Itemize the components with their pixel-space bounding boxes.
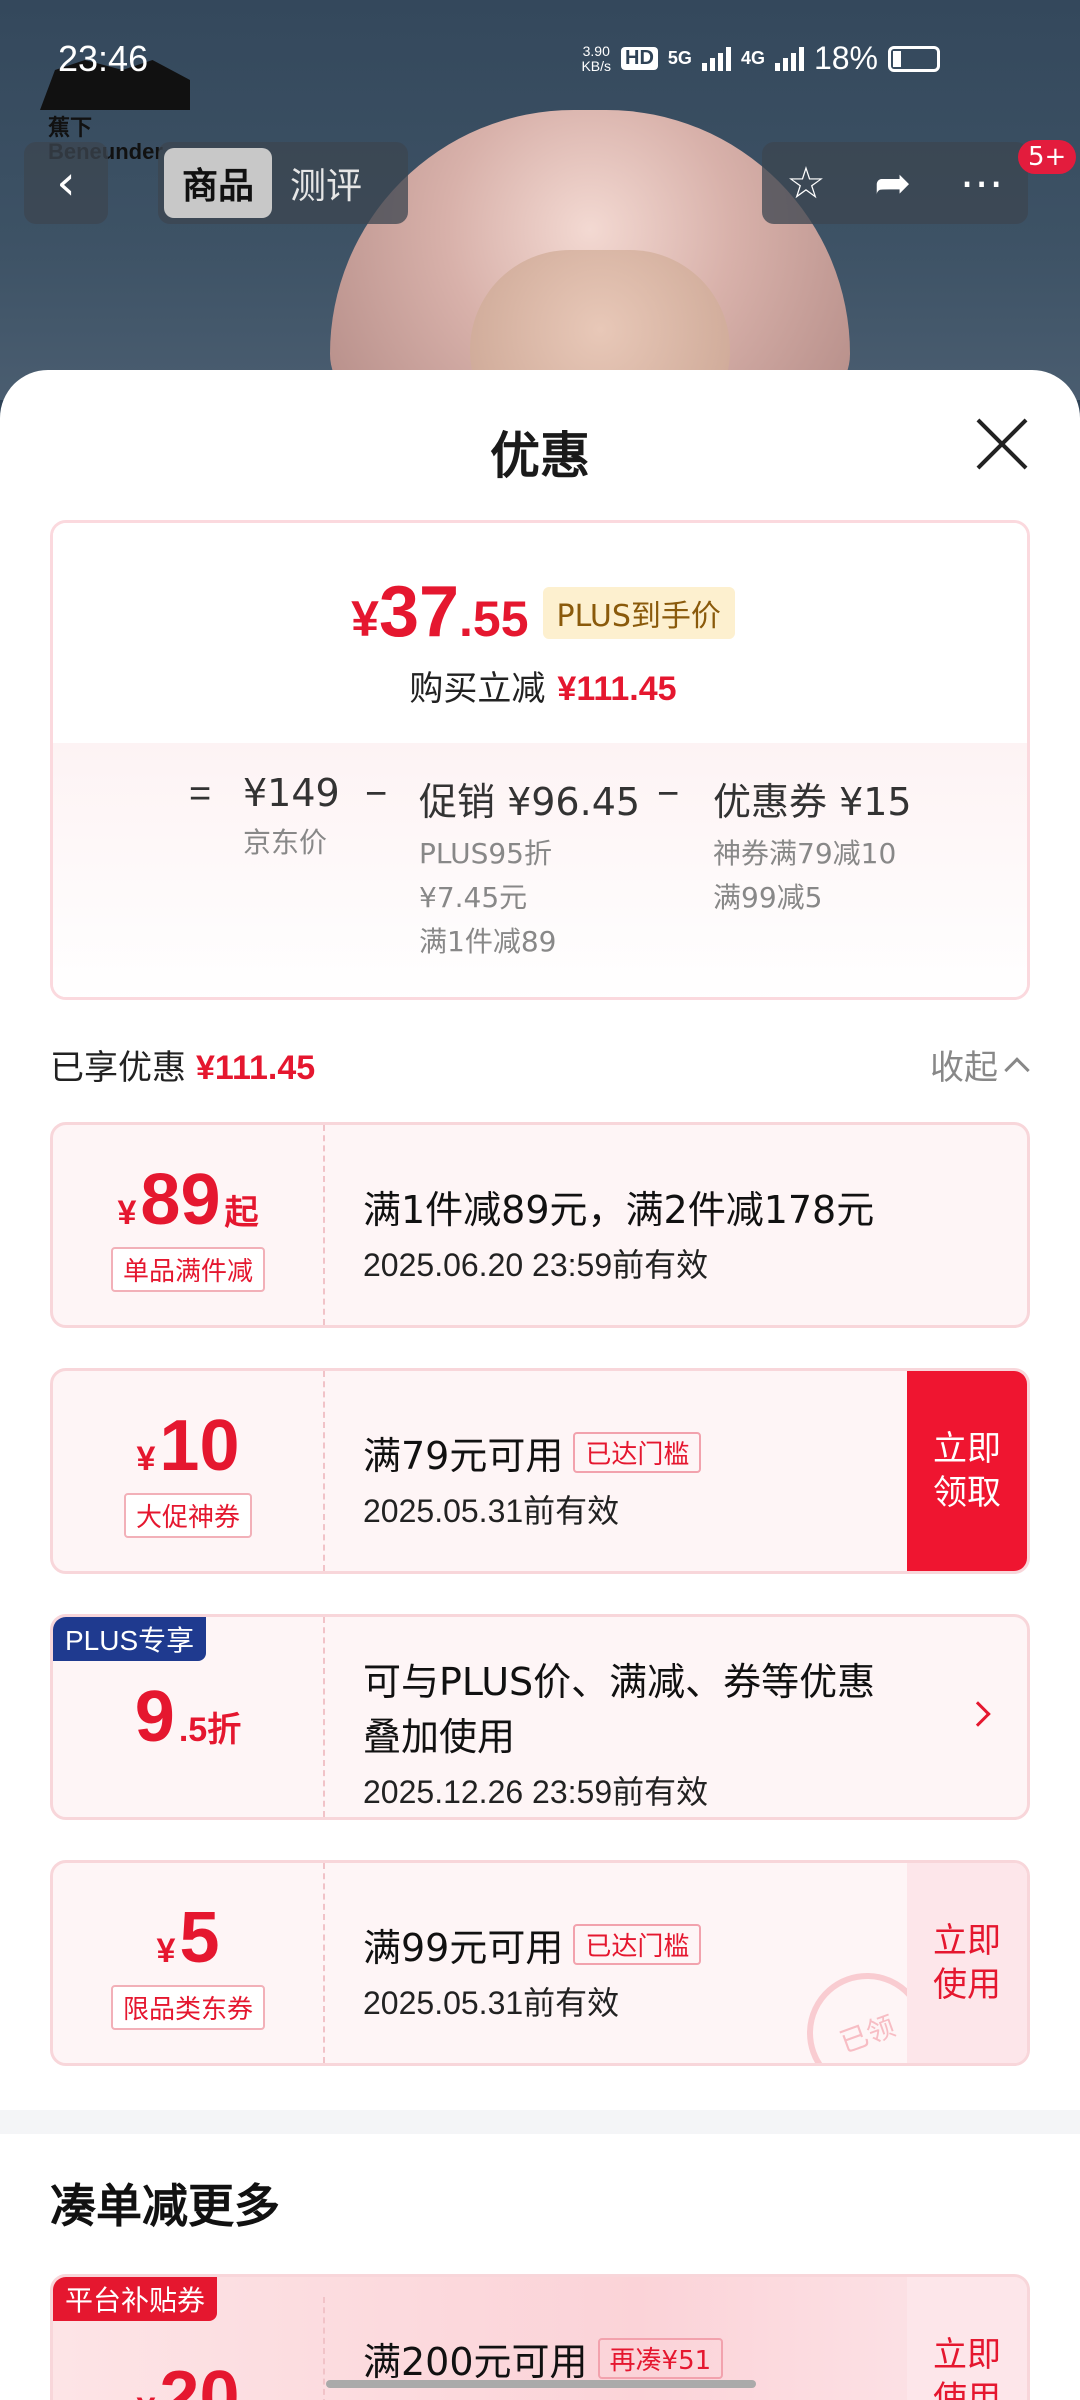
coupon-expiry: 2025.05.31前有效 — [363, 1493, 620, 1529]
chevron-right-icon — [965, 1701, 991, 1727]
coupon-expiry: 2025.05.30前有效 — [363, 2392, 907, 2400]
coupon-condition: 满79元可用 已达门槛 — [363, 1425, 907, 1480]
breakdown-jd-price: ¥149 京东价 — [243, 771, 340, 859]
coupon-amount: ¥20 — [136, 2357, 240, 2400]
5g-label: 5G — [667, 48, 692, 68]
price-summary-card: ¥37.55 PLUS到手价 购买立减 ¥111.45 = ¥149 京东价 − … — [50, 520, 1030, 1000]
tab-product[interactable]: 商品 — [164, 148, 273, 218]
coupon-type-tag: 限品类东券 — [110, 1984, 265, 2030]
instant-reduction: 购买立减 ¥111.45 — [409, 669, 677, 709]
status-time: 23:46 — [58, 38, 149, 79]
coupon-expiry: 2025.12.26 23:59前有效 — [363, 1774, 709, 1810]
coupon-discount-rate: 9.5折 — [134, 1677, 242, 1757]
sheet-title: 优惠 — [490, 427, 590, 485]
network-speed: 3.90 KB/s — [581, 42, 612, 74]
battery-icon — [888, 45, 940, 72]
add-more-badge: 再凑¥51 — [597, 2338, 724, 2379]
use-now-button-2[interactable]: 立即使用 — [907, 2277, 1027, 2400]
coupon-condition: 可与PLUS价、满减、券等优惠 — [363, 1660, 876, 1704]
use-now-button[interactable]: 立即使用 — [907, 1863, 1027, 2063]
coupon-amount: ¥5 — [156, 1897, 220, 1978]
hd-voice-icon: HD — [621, 47, 658, 70]
coupon-condition: 满99元可用 已达门槛 — [363, 1917, 907, 1972]
coupon-card-promo: ¥10 大促神券 满79元可用 已达门槛 2025.05.31前有效 立即领取 — [50, 1368, 1030, 1574]
minus-sign: − — [365, 773, 388, 815]
coupon-card-full-reduction[interactable]: ¥89 起 单品满件减 满1件减89元，满2件减178元 2025.06.20 2… — [50, 1122, 1030, 1328]
more-icon[interactable]: ⋯ — [960, 158, 1004, 209]
coupon-expiry: 2025.06.20 23:59前有效 — [363, 1247, 709, 1283]
close-button[interactable] — [974, 416, 1030, 472]
status-bar: 23:46 3.90 KB/s HD 5G 4G 18% — [0, 0, 1080, 120]
enjoyed-discount: 已享优惠 ¥111.45 — [50, 1048, 316, 1088]
threshold-reached-badge: 已达门槛 — [573, 1432, 702, 1473]
battery-percentage: 18% — [813, 40, 878, 76]
coupon-amount: ¥10 — [136, 1405, 240, 1486]
plus-price-tag: PLUS到手价 — [542, 587, 735, 639]
4g-label: 4G — [740, 48, 765, 68]
signal-4g-icon — [774, 46, 804, 71]
coupon-type-tag: 单品满件减 — [110, 1246, 265, 1292]
share-icon[interactable]: ➦ — [874, 158, 911, 209]
claim-now-button[interactable]: 立即领取 — [907, 1371, 1027, 1571]
section-divider — [0, 2110, 1080, 2134]
coupon-type-tag: 大促神券 — [123, 1492, 252, 1538]
product-tabs: 商品 测评 — [158, 142, 408, 224]
chevron-up-icon — [1004, 1056, 1030, 1083]
back-button[interactable]: ‹ — [24, 142, 108, 224]
final-price: ¥37.55 — [351, 572, 529, 652]
star-icon[interactable]: ☆ — [786, 158, 825, 209]
minus-sign-2: − — [657, 773, 680, 815]
more-discounts-title: 凑单减更多 — [50, 2179, 280, 2233]
signal-5g-icon — [701, 46, 731, 71]
threshold-reached-badge: 已达门槛 — [573, 1924, 702, 1965]
price-breakdown: = ¥149 京东价 − 促销 ¥96.45 PLUS95折 ¥7.45元 满1… — [53, 743, 1027, 997]
discount-sheet: 优惠 ¥37.55 PLUS到手价 购买立减 ¥111.45 = ¥149 京东价… — [0, 370, 1080, 2400]
coupon-amount: ¥89 起 — [117, 1159, 259, 1240]
nav-actions: ☆ ➦ ⋯ — [762, 142, 1028, 224]
breakdown-coupon: 优惠券 ¥15 神券满79减10 满99减5 — [713, 780, 912, 914]
coupon-card-plus[interactable]: PLUS专享 9.5折 可与PLUS价、满减、券等优惠 叠加使用 2025.12… — [50, 1614, 1030, 1820]
coupon-card-category: ¥5 限品类东券 满99元可用 已达门槛 2025.05.31前有效 已领 立即… — [50, 1860, 1030, 2066]
home-indicator[interactable] — [326, 2380, 756, 2388]
chevron-left-icon: ‹ — [56, 155, 76, 211]
collapse-button[interactable]: 收起 — [930, 1040, 1030, 1089]
tab-review[interactable]: 测评 — [272, 148, 380, 218]
breakdown-promotion: 促销 ¥96.45 PLUS95折 ¥7.45元 满1件减89 — [419, 780, 641, 958]
coupon-condition: 满200元可用 再凑¥51 — [363, 2331, 907, 2386]
message-badge: 5+ — [1018, 140, 1077, 174]
coupon-condition-2: 叠加使用 — [363, 1715, 516, 1759]
equals-sign: = — [189, 773, 212, 815]
coupon-condition: 满1件减89元，满2件减178元 — [363, 1188, 875, 1232]
